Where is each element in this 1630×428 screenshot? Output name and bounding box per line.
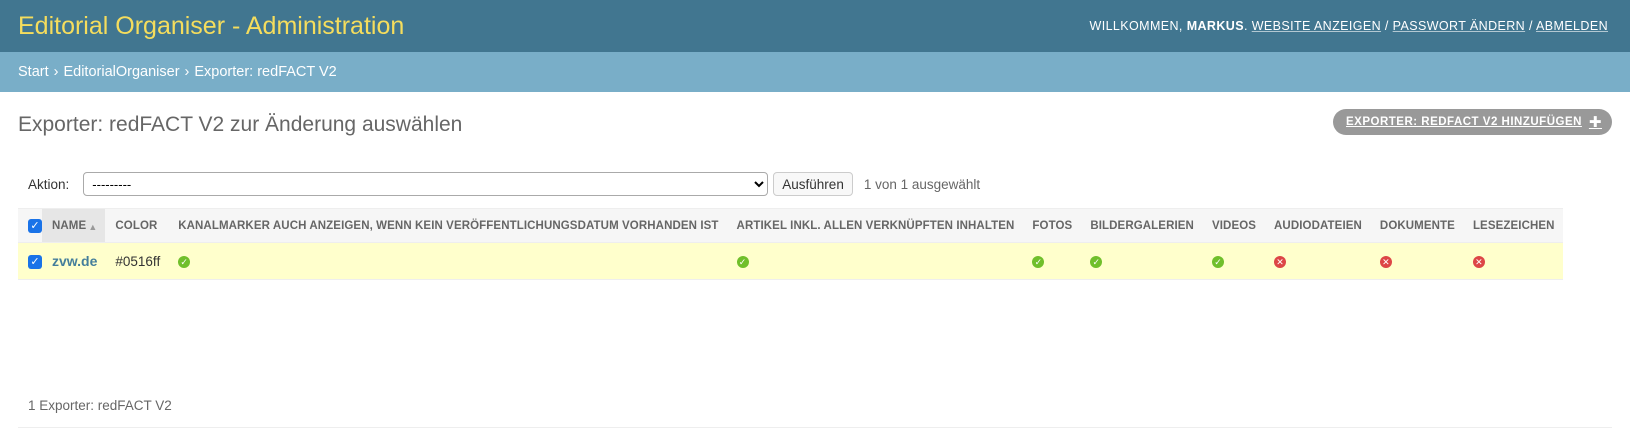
row-select-cell: ✓ — [18, 242, 42, 280]
column-header-audiodateien[interactable]: Audiodateien — [1264, 208, 1370, 243]
column-header-kanalmarker[interactable]: Kanalmarker auch anzeigen, wenn kein Ver… — [168, 208, 727, 243]
videos-cell: ✓ — [1201, 242, 1265, 280]
welcome-text: Willkommen, — [1089, 19, 1183, 33]
run-action-button[interactable]: Ausführen — [773, 172, 853, 196]
header: Editorial Organiser - Administration Wil… — [0, 0, 1630, 52]
artikel-cell: ✓ — [726, 242, 1023, 280]
action-label: Aktion: — [28, 176, 70, 192]
add-exporter-button[interactable]: Exporter: redFACT V2 hinzufügen ✚ — [1332, 109, 1612, 135]
color-cell: #0516ff — [105, 242, 169, 280]
fotos-cell: ✓ — [1022, 242, 1081, 280]
no-icon: ✕ — [1472, 255, 1485, 268]
column-header-bildergalerien[interactable]: Bildergalerien — [1080, 208, 1202, 243]
user-tools: Willkommen, Markus. Website anzeigen / P… — [1089, 19, 1608, 33]
select-all-cell: ✓ — [18, 208, 42, 243]
actions-bar: Aktion: --------- Ausführen 1 von 1 ausg… — [18, 172, 1612, 196]
breadcrumb-home[interactable]: Start — [18, 64, 49, 80]
selection-counter: 1 von 1 ausgewählt — [863, 176, 981, 192]
row-name-link[interactable]: zvw.de — [52, 253, 97, 269]
column-header-fotos[interactable]: Fotos — [1022, 208, 1081, 243]
breadcrumb-separator: › — [53, 64, 59, 80]
name-cell: zvw.de — [42, 242, 106, 280]
yes-icon: ✓ — [1032, 255, 1045, 268]
change-password-link[interactable]: Passwort ändern — [1393, 19, 1525, 33]
logout-link[interactable]: Abmelden — [1536, 19, 1608, 33]
column-header-name[interactable]: Name ▲ — [42, 208, 106, 243]
no-icon: ✕ — [1274, 255, 1287, 268]
sort-ascending-icon[interactable]: ▲ — [88, 222, 97, 232]
yes-icon: ✓ — [1090, 255, 1103, 268]
breadcrumb-app[interactable]: EditorialOrganiser — [63, 64, 179, 80]
username: Markus — [1186, 19, 1244, 33]
table-row: ✓ zvw.de #0516ff ✓ ✓ ✓ ✓ ✓ ✕ ✕ ✕ — [18, 242, 1563, 280]
paginator: 1 Exporter: redFACT V2 — [18, 384, 1612, 428]
select-all-checkbox[interactable]: ✓ — [28, 218, 42, 233]
yes-icon: ✓ — [1211, 255, 1224, 268]
results-table: ✓ Name ▲ Color Kanalmarker auch anzeigen… — [18, 208, 1563, 280]
lesezeichen-cell: ✕ — [1462, 242, 1563, 280]
column-header-lesezeichen[interactable]: Lesezeichen — [1462, 208, 1563, 243]
table-header-row: ✓ Name ▲ Color Kanalmarker auch anzeigen… — [18, 208, 1563, 243]
row-select-checkbox[interactable]: ✓ — [28, 254, 42, 269]
yes-icon: ✓ — [178, 255, 191, 268]
add-exporter-label: Exporter: redFACT V2 hinzufügen — [1345, 116, 1582, 128]
separator: / — [1384, 19, 1389, 33]
page-title: Exporter: redFACT V2 zur Änderung auswäh… — [18, 113, 463, 136]
breadcrumb-separator: › — [184, 64, 190, 80]
dokumente-cell: ✕ — [1369, 242, 1463, 280]
view-site-link[interactable]: Website anzeigen — [1252, 19, 1381, 33]
audiodateien-cell: ✕ — [1264, 242, 1370, 280]
yes-icon: ✓ — [736, 255, 749, 268]
plus-icon: ✚ — [1588, 113, 1602, 131]
separator: / — [1528, 19, 1533, 33]
column-header-color[interactable]: Color — [105, 208, 169, 243]
breadcrumb: Start › EditorialOrganiser › Exporter: r… — [0, 52, 1630, 92]
column-header-dokumente[interactable]: Dokumente — [1369, 208, 1463, 243]
site-branding[interactable]: Editorial Organiser - Administration — [18, 12, 404, 41]
bildergalerien-cell: ✓ — [1080, 242, 1202, 280]
column-header-artikel[interactable]: Artikel inkl. allen verknüpften Inhalten — [726, 208, 1023, 243]
action-select[interactable]: --------- — [83, 172, 769, 196]
breadcrumb-current: Exporter: redFACT V2 — [194, 64, 337, 80]
column-header-videos[interactable]: Videos — [1201, 208, 1265, 243]
no-icon: ✕ — [1379, 255, 1392, 268]
column-header-label: Name — [52, 219, 87, 232]
kanalmarker-cell: ✓ — [168, 242, 727, 280]
